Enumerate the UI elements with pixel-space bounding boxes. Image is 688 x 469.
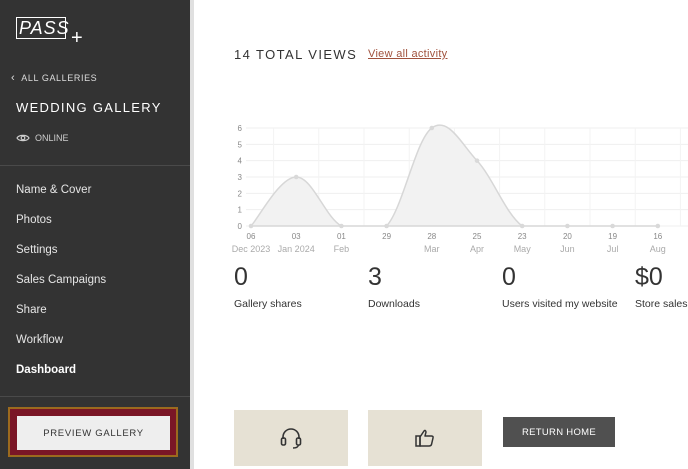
x-tick-month: Mar [424, 244, 440, 254]
sidebar-item-share[interactable]: Share [16, 298, 106, 328]
sidebar: PASS + ‹ ALL GALLERIES WEDDING GALLERY O… [0, 0, 190, 469]
x-tick-day: 06 [247, 232, 256, 241]
sidebar-item-sales-campaigns[interactable]: Sales Campaigns [16, 268, 106, 298]
chart-area [249, 124, 658, 227]
stat-label: Store sales [635, 298, 688, 310]
data-point[interactable] [339, 223, 344, 229]
gallery-status[interactable]: ONLINE [16, 133, 69, 143]
stat-value: 0 [234, 263, 248, 291]
stat-label: Gallery shares [234, 298, 302, 310]
data-point[interactable] [248, 223, 254, 229]
x-tick-day: 19 [608, 232, 617, 241]
stat-store-sales: $0 Store sales [635, 262, 688, 310]
x-tick-month: Jan 2024 [278, 244, 315, 254]
data-point[interactable] [610, 223, 615, 229]
x-tick-day: 16 [653, 232, 662, 241]
data-point[interactable] [293, 174, 299, 180]
total-views: 14 TOTAL VIEWS [234, 47, 358, 62]
data-point[interactable] [384, 223, 389, 229]
all-galleries-link[interactable]: ‹ ALL GALLERIES [11, 72, 97, 84]
x-tick-month: Feb [334, 244, 350, 254]
x-tick-day: 25 [473, 232, 482, 241]
stat-gallery-shares: 0 Gallery shares [234, 262, 302, 310]
like-tile[interactable] [368, 410, 482, 466]
x-tick-day: 28 [427, 232, 436, 241]
sidebar-item-photos[interactable]: Photos [16, 208, 106, 238]
x-tick-month: Jul [607, 244, 619, 254]
x-tick-month: Dec 2023 [232, 244, 271, 254]
x-tick-day: 01 [337, 232, 346, 241]
stat-website-visitors: 0 Users visited my website [502, 262, 618, 310]
y-tick-label: 0 [238, 222, 243, 231]
thumbs-up-icon [415, 429, 434, 447]
views-chart: 0123456 06Dec 202303Jan 202401Feb29 28Mar… [232, 124, 688, 254]
logo-plus: + [71, 27, 83, 49]
x-tick-day: 29 [382, 232, 391, 241]
eye-icon [16, 134, 30, 142]
return-home-button[interactable]: RETURN HOME [503, 417, 615, 447]
chevron-left-icon: ‹ [11, 72, 16, 84]
all-galleries-label: ALL GALLERIES [21, 73, 98, 83]
sidebar-item-dashboard[interactable]: Dashboard [16, 358, 106, 388]
x-tick-month: Apr [470, 244, 484, 254]
x-tick-month: May [514, 244, 532, 254]
logo-text: PASS [19, 18, 70, 38]
sidebar-item-workflow[interactable]: Workflow [16, 328, 106, 358]
stat-value: 0 [502, 263, 516, 291]
stat-label: Downloads [368, 298, 420, 310]
stat-value: $0 [635, 263, 663, 291]
y-tick-label: 1 [238, 206, 243, 215]
data-point[interactable] [474, 158, 480, 163]
y-tick-label: 5 [238, 140, 243, 149]
x-tick-day: 23 [518, 232, 527, 241]
sidebar-item-settings[interactable]: Settings [16, 238, 106, 268]
stat-value: 3 [368, 263, 382, 291]
sidebar-nav: Name & Cover Photos Settings Sales Campa… [16, 178, 106, 388]
x-tick-month: Jun [560, 244, 575, 254]
logo[interactable]: PASS + [16, 17, 84, 49]
dashboard-main: 14 TOTAL VIEWS View all activity 0123456… [194, 0, 688, 469]
stat-downloads: 3 Downloads [368, 262, 420, 310]
data-point[interactable] [429, 125, 435, 131]
sidebar-divider [0, 165, 190, 166]
y-tick-label: 6 [238, 124, 243, 133]
y-tick-label: 2 [238, 189, 243, 198]
data-point[interactable] [565, 223, 570, 229]
x-tick-day: 03 [292, 232, 301, 241]
stat-label: Users visited my website [502, 298, 618, 310]
x-tick-month: Aug [650, 244, 666, 254]
gallery-title: WEDDING GALLERY [16, 100, 162, 115]
view-all-activity-link[interactable]: View all activity [368, 48, 447, 60]
sidebar-divider [0, 396, 190, 397]
status-label: ONLINE [35, 133, 69, 143]
preview-gallery-button[interactable]: PREVIEW GALLERY [17, 416, 170, 450]
preview-highlight: PREVIEW GALLERY [8, 407, 178, 457]
y-tick-label: 3 [238, 173, 243, 182]
x-tick-day: 20 [563, 232, 572, 241]
y-tick-label: 4 [238, 157, 243, 166]
headset-icon [280, 428, 302, 449]
data-point[interactable] [655, 223, 661, 229]
data-point[interactable] [519, 223, 525, 229]
sidebar-item-name-cover[interactable]: Name & Cover [16, 178, 106, 208]
support-tile[interactable] [234, 410, 348, 466]
